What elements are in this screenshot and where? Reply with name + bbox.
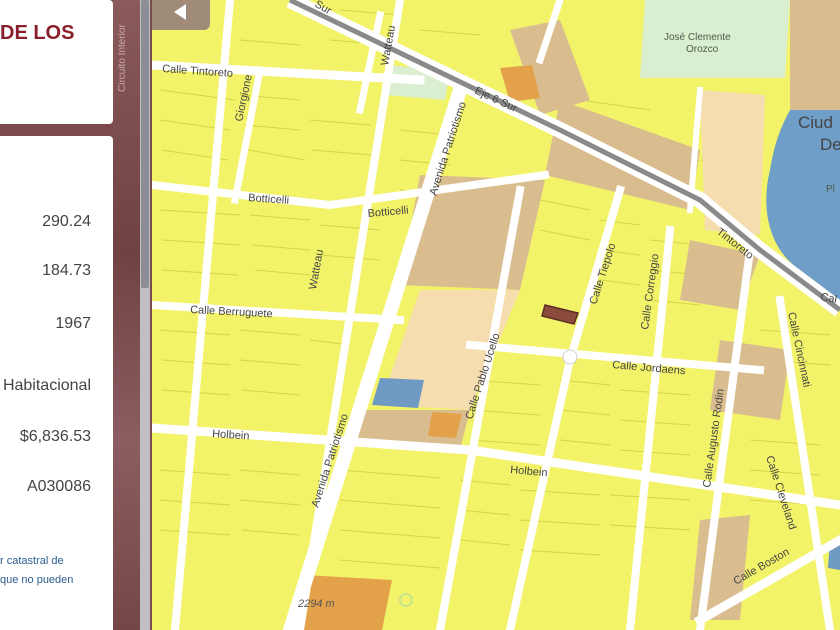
title-card: DE LOS bbox=[0, 0, 113, 124]
map-view[interactable]: Calle Tintoreto Eje 6 Sur Tintoreto Cal … bbox=[152, 0, 840, 630]
orange-lot-mid bbox=[428, 412, 462, 438]
label-elevation: 2294 m bbox=[297, 598, 335, 610]
value-3: 1967 bbox=[55, 315, 91, 332]
blue-lot bbox=[372, 378, 424, 408]
collapse-panel-button[interactable] bbox=[152, 0, 210, 30]
chevron-left-icon bbox=[174, 4, 186, 20]
value-2: 184.73 bbox=[42, 262, 91, 279]
info-card: 290.24 184.73 1967 Habitacional $6,836.5… bbox=[0, 136, 113, 630]
label-plaza: Pl bbox=[826, 184, 835, 195]
panel-title: DE LOS bbox=[0, 22, 75, 44]
label-ciudad-line2: De bbox=[820, 135, 840, 154]
value-4: Habitacional bbox=[2, 377, 91, 394]
value-1: 290.24 bbox=[42, 213, 91, 230]
roundabout bbox=[562, 349, 578, 365]
value-6: A030086 bbox=[26, 478, 91, 495]
label-ciudad-line1: Ciud bbox=[798, 113, 833, 132]
note-line-1: r catastral de bbox=[0, 555, 64, 567]
value-5: $6,836.53 bbox=[19, 428, 91, 445]
road-label-circuito-interior: Circuito Interior bbox=[117, 24, 128, 92]
label-park-line1: José Clemente bbox=[664, 32, 731, 43]
label-park-line2: Orozco bbox=[686, 44, 719, 55]
panel-scrollbar-thumb[interactable] bbox=[141, 0, 149, 288]
note-line-2: que no pueden bbox=[0, 574, 74, 586]
property-info-panel: Circuito Interior DE LOS 290.24 184.73 1… bbox=[0, 0, 152, 630]
